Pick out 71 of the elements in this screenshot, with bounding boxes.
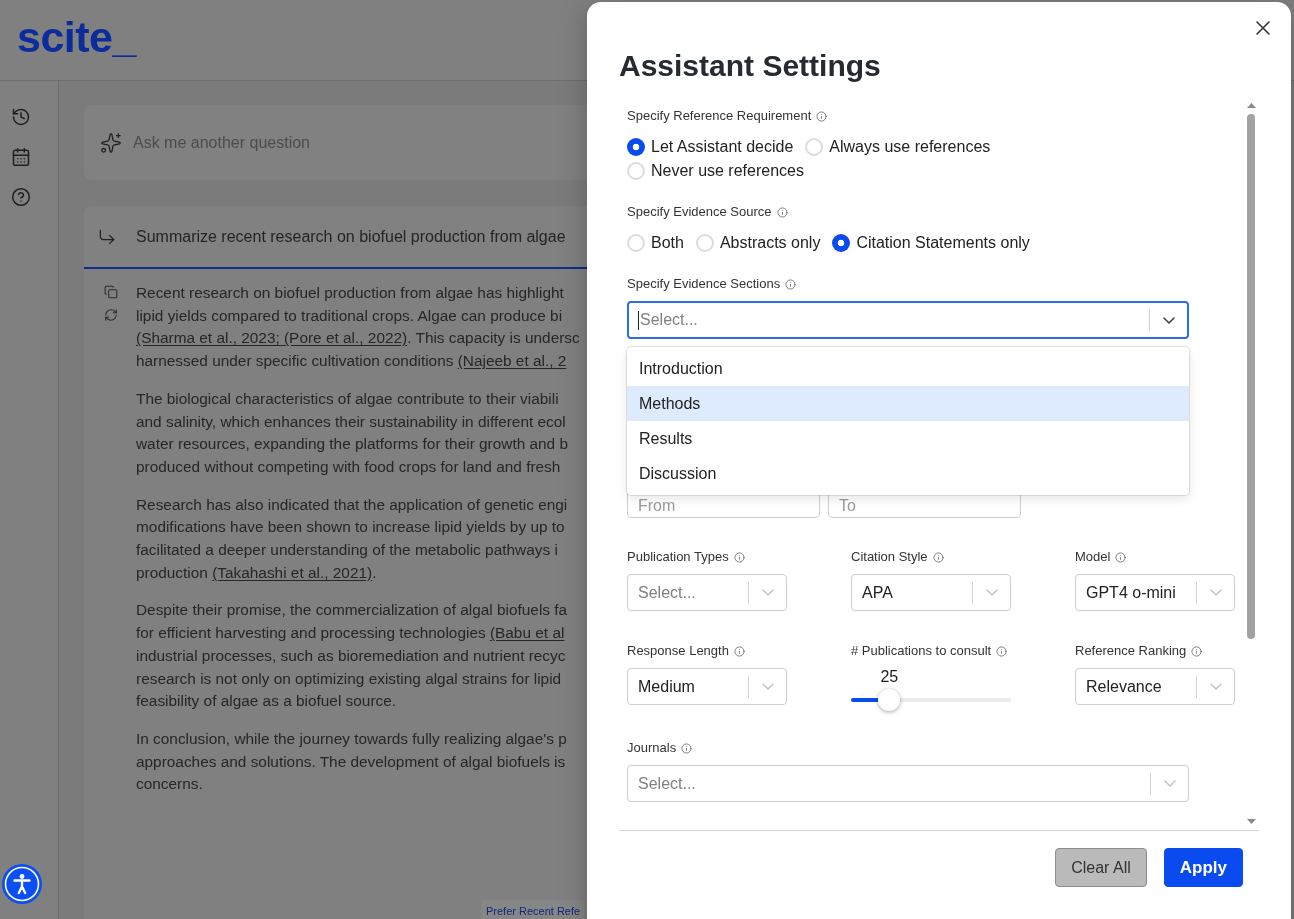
radio-button[interactable] [627,162,645,180]
info-icon [776,206,788,218]
radio-button[interactable] [627,234,645,252]
info-icon [785,278,797,290]
answer-paragraph: In conclusion, while the journey towards fully realizing algae's p approaches and solutions. The development of algal biofuels is concerns. [136,728,568,795]
field-label: Specify Evidence Source [627,204,772,220]
radio-label[interactable]: Let Assistant decide [651,138,794,156]
select-field[interactable]: APA [851,574,1011,611]
field-label: Reference Ranking [1075,643,1187,659]
menu-option[interactable]: Introduction [627,351,1189,386]
info-icon [1191,645,1203,657]
info-icon [733,551,745,563]
copy-icon[interactable] [104,285,118,299]
radio-button[interactable] [695,234,714,252]
radio-label[interactable]: Never use references [651,162,804,180]
help-icon[interactable] [11,187,31,207]
radio-label[interactable]: Both [651,234,684,252]
select-field[interactable]: Select... [627,301,1189,339]
scrollbar-thumb[interactable] [1247,114,1255,639]
field-label: Model [1075,549,1111,565]
apply-button[interactable]: Apply [1163,848,1243,887]
select-field[interactable]: Select... [627,574,787,611]
select-field[interactable]: Relevance [1075,668,1235,705]
menu-option[interactable]: Methods [627,386,1189,421]
accessibility-icon[interactable] [2,864,42,904]
menu-option[interactable]: Results [627,421,1189,456]
slider-thumb[interactable] [878,689,901,711]
select-field[interactable]: Medium [627,668,787,705]
info-icon [733,645,745,657]
field-label: Response Length [627,643,729,659]
select-field[interactable]: Select... [627,765,1189,802]
citation-link[interactable]: (Babu et al [489,624,565,642]
answer-paragraph: Recent research on biofuel production from algae has highlight lipid yields compared to traditional crops. Algae can produce bi (Sharma et al., 2023; (Pore et al., 2022). This capacity is undersc harnessed under specific cultivation conditions (Najeeb et al., 2 [136,283,581,372]
field-label: Publication Types [627,549,729,565]
query-text: Summarize recent research on biofuel production from algae [136,227,566,246]
select-field[interactable]: GPT4 o-mini [1075,574,1235,611]
history-icon[interactable] [11,107,31,127]
field-label: Specify Evidence Sections [627,276,781,292]
field-label: Citation Style [851,549,928,565]
radio-label[interactable]: Always use references [829,138,991,156]
text-cursor-icon [638,310,639,330]
slider-value: 25 [880,668,899,686]
sparkle-icon [100,131,122,154]
toggle-chip[interactable]: Prefer Recent Refe [481,900,585,919]
close-icon [1256,21,1270,35]
answer-paragraph: Research has also indicated that the application of genetic engi modifications have been shown to increase lipid yields by up to facilitated a deeper understanding of the metabolic pathways i production (Takahashi et al., 2021). [136,494,569,583]
radio-button[interactable] [627,138,645,156]
radio-label[interactable]: Citation Statements only [856,234,1030,252]
chevron-down-icon[interactable] [1162,316,1175,324]
refresh-icon[interactable] [104,308,118,322]
dialog-title: Assistant Settings [619,48,881,84]
info-icon [816,110,828,122]
field-label: Specify Reference Requirement [627,108,812,124]
field-label: Journals [627,740,677,756]
calendar-icon[interactable] [11,147,31,167]
info-icon [1115,551,1127,563]
answer-paragraph: Despite their promise, the commercialization of algal biofuels fa for efficient harvesting and processing technologies (Babu et al industrial processes, such as bioremediation and nutrient recyc research is not only on optimizing existing algal strains for lipid feasibility of algae as a biofuel source. [136,600,569,712]
answer-paragraph: The biological characteristics of algae contribute to their viabili and salinity, which enhances their sustainability in different ecol water resources, expanding the platforms for their growth and b produced without competing with food crops for land and fresh [136,388,570,477]
radio-label[interactable]: Abstracts only [719,234,821,252]
radio-button[interactable] [832,234,851,252]
info-icon [932,551,944,563]
info-icon [996,645,1008,657]
scroll-up-icon[interactable] [1246,103,1256,108]
radio-button[interactable] [805,138,824,156]
citation-link[interactable]: (Najeeb et al., 2 [457,352,567,370]
clear-button[interactable]: Clear All [1055,848,1147,887]
field-label: # Publications to consult [851,643,992,659]
citation-link[interactable]: (Takahashi et al., 2021) [212,563,373,581]
info-icon [681,742,693,754]
citation-link[interactable]: (Sharma et al., 2023; (Pore et al., 2022) [136,329,408,347]
scroll-down-icon[interactable] [1246,819,1256,824]
